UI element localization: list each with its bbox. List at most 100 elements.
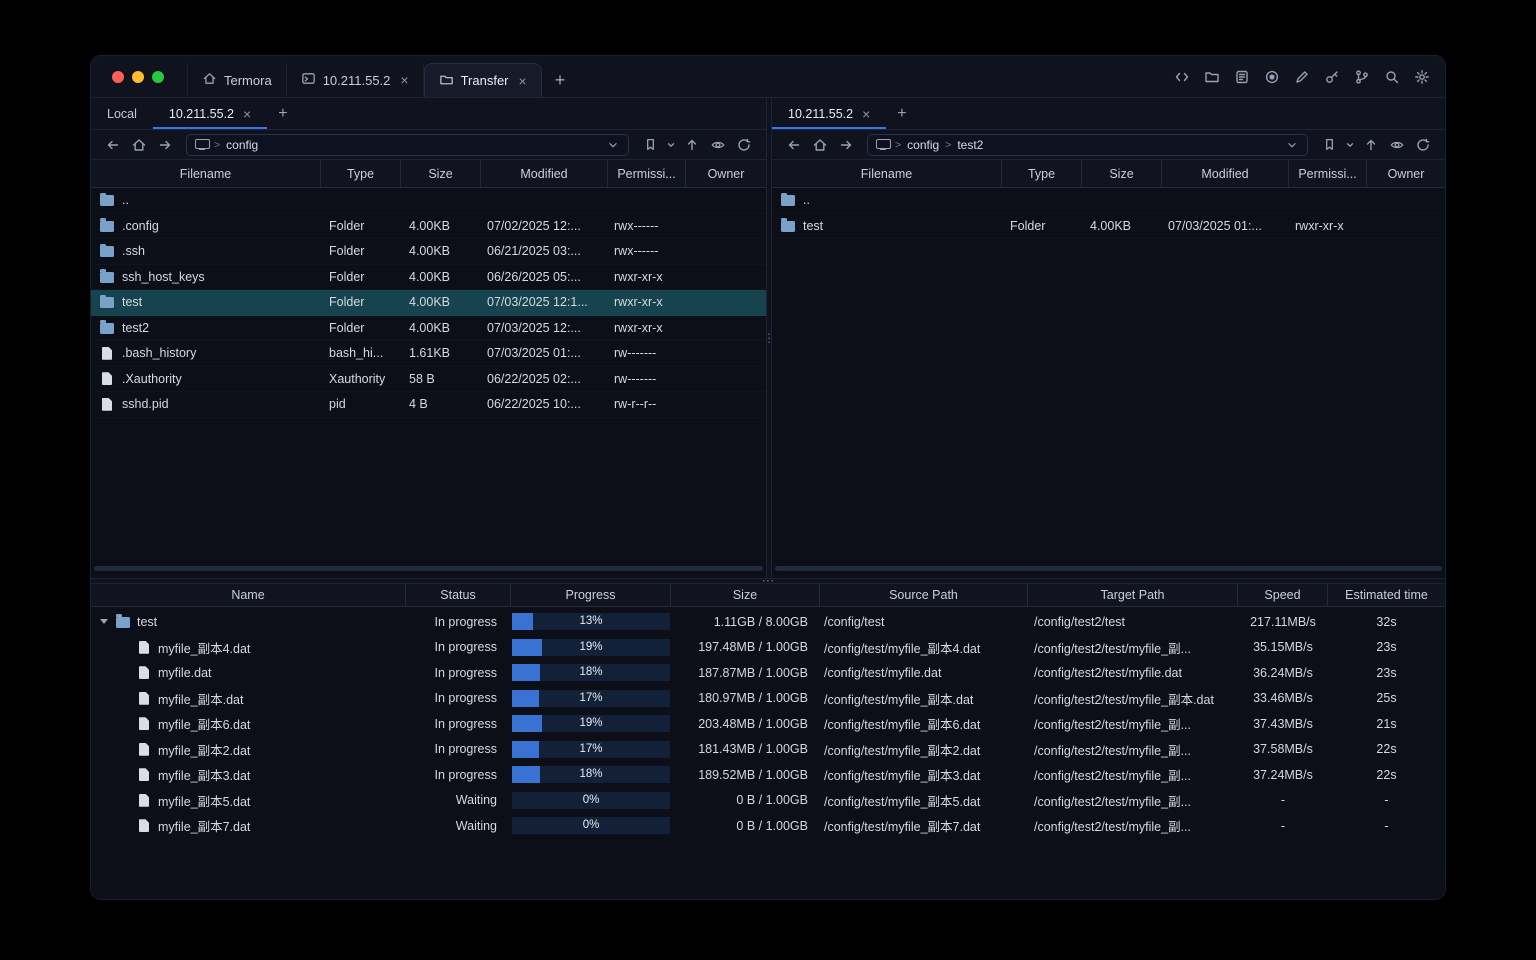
back-icon[interactable] bbox=[783, 134, 805, 156]
close-icon[interactable]: × bbox=[862, 107, 870, 121]
file-row-selected[interactable]: test Folder 4.00KB 07/03/2025 12:1... rw… bbox=[91, 290, 766, 316]
tab-termora[interactable]: Termora bbox=[187, 63, 287, 97]
tab-remote-host[interactable]: 10.211.55.2 × bbox=[152, 98, 268, 129]
column-header-progress[interactable]: Progress bbox=[511, 584, 671, 606]
column-header-owner[interactable]: Owner bbox=[1367, 160, 1445, 187]
file-row[interactable]: sshd.pid pid 4 B 06/22/2025 10:... rw-r-… bbox=[91, 392, 766, 418]
home-icon[interactable] bbox=[809, 134, 831, 156]
transfer-row[interactable]: myfile_副本5.dat Waiting 0% 0 B / 1.00GB /… bbox=[91, 788, 1445, 814]
column-header-target-path[interactable]: Target Path bbox=[1028, 584, 1238, 606]
bookmark-icon[interactable] bbox=[1318, 134, 1340, 156]
column-header-filename[interactable]: Filename bbox=[91, 160, 321, 187]
column-header-size[interactable]: Size bbox=[671, 584, 820, 606]
column-header-speed[interactable]: Speed bbox=[1238, 584, 1328, 606]
cell-name: myfile_副本7.dat bbox=[91, 813, 406, 839]
key-icon[interactable] bbox=[1319, 64, 1344, 90]
edit-icon[interactable] bbox=[1289, 64, 1314, 90]
close-icon[interactable]: × bbox=[519, 74, 527, 88]
minimize-window-button[interactable] bbox=[132, 71, 144, 83]
tab-transfer[interactable]: Transfer × bbox=[423, 63, 542, 97]
column-header-type[interactable]: Type bbox=[321, 160, 401, 187]
back-icon[interactable] bbox=[102, 134, 124, 156]
bookmark-icon[interactable] bbox=[639, 134, 661, 156]
column-header-modified[interactable]: Modified bbox=[1162, 160, 1289, 187]
bookmark-dropdown-icon[interactable] bbox=[665, 134, 677, 156]
file-row[interactable]: ssh_host_keys Folder 4.00KB 06/26/2025 0… bbox=[91, 265, 766, 291]
file-row[interactable]: test2 Folder 4.00KB 07/03/2025 12:... rw… bbox=[91, 316, 766, 342]
log-icon[interactable] bbox=[1229, 64, 1254, 90]
file-row[interactable]: .config Folder 4.00KB 07/02/2025 12:... … bbox=[91, 214, 766, 240]
transfer-row[interactable]: myfile_副本.dat In progress 17% 180.97MB /… bbox=[91, 686, 1445, 712]
file-row[interactable]: .. bbox=[91, 188, 766, 214]
refresh-icon[interactable] bbox=[1412, 134, 1434, 156]
forward-icon[interactable] bbox=[835, 134, 857, 156]
close-icon[interactable]: × bbox=[400, 73, 408, 87]
transfer-row[interactable]: myfile.dat In progress 18% 187.87MB / 1.… bbox=[91, 660, 1445, 686]
column-header-type[interactable]: Type bbox=[1002, 160, 1082, 187]
cell-modified: 07/03/2025 12:... bbox=[487, 320, 581, 335]
file-name: ssh_host_keys bbox=[122, 269, 205, 284]
new-panel-tab-button[interactable]: + bbox=[886, 98, 917, 129]
column-header-name[interactable]: Name bbox=[91, 584, 406, 606]
transfer-row[interactable]: myfile_副本3.dat In progress 18% 189.52MB … bbox=[91, 762, 1445, 788]
show-hidden-eye-icon[interactable] bbox=[1386, 134, 1408, 156]
transfer-row[interactable]: myfile_副本2.dat In progress 17% 181.43MB … bbox=[91, 737, 1445, 763]
column-header-size[interactable]: Size bbox=[1082, 160, 1162, 187]
file-row[interactable]: .bash_history bash_hi... 1.61KB 07/03/20… bbox=[91, 341, 766, 367]
path-combo-box[interactable]: > config > test2 bbox=[867, 133, 1308, 156]
cell-modified: 07/02/2025 12:... bbox=[487, 218, 581, 233]
refresh-icon[interactable] bbox=[733, 134, 755, 156]
new-panel-tab-button[interactable]: + bbox=[267, 98, 298, 129]
chevron-down-icon[interactable] bbox=[1285, 138, 1299, 152]
tab-host[interactable]: 10.211.55.2 × bbox=[287, 63, 424, 97]
branch-icon[interactable] bbox=[1349, 64, 1374, 90]
code-icon[interactable] bbox=[1169, 64, 1194, 90]
chevron-down-icon[interactable] bbox=[606, 138, 620, 152]
parent-directory-icon[interactable] bbox=[1360, 134, 1382, 156]
tab-remote-host[interactable]: 10.211.55.2 × bbox=[772, 98, 887, 129]
chevron-down-icon[interactable] bbox=[100, 619, 108, 625]
new-tab-button[interactable]: + bbox=[542, 63, 579, 97]
cell-size: 4.00KB bbox=[409, 320, 451, 335]
cell-status: In progress bbox=[434, 640, 497, 655]
file-row[interactable]: test Folder 4.00KB 07/03/2025 01:... rwx… bbox=[772, 214, 1445, 240]
transfer-row[interactable]: myfile_副本7.dat Waiting 0% 0 B / 1.00GB /… bbox=[91, 813, 1445, 839]
transfer-row[interactable]: myfile_副本6.dat In progress 19% 203.48MB … bbox=[91, 711, 1445, 737]
breadcrumb-segment[interactable]: test2 bbox=[957, 138, 983, 152]
path-combo-box[interactable]: > config bbox=[186, 133, 629, 156]
home-icon[interactable] bbox=[128, 134, 150, 156]
parent-directory-icon[interactable] bbox=[681, 134, 703, 156]
cell-owner bbox=[686, 214, 766, 239]
column-header-size[interactable]: Size bbox=[401, 160, 481, 187]
horizontal-scrollbar[interactable] bbox=[775, 566, 1442, 571]
file-row[interactable]: .Xauthority Xauthority 58 B 06/22/2025 0… bbox=[91, 367, 766, 393]
record-icon[interactable] bbox=[1259, 64, 1284, 90]
column-header-status[interactable]: Status bbox=[406, 584, 511, 606]
forward-icon[interactable] bbox=[154, 134, 176, 156]
breadcrumb-segment[interactable]: config bbox=[226, 138, 258, 152]
column-header-modified[interactable]: Modified bbox=[481, 160, 608, 187]
settings-icon[interactable] bbox=[1409, 64, 1434, 90]
breadcrumb-segment[interactable]: config bbox=[907, 138, 939, 152]
close-icon[interactable]: × bbox=[243, 107, 251, 121]
horizontal-scrollbar[interactable] bbox=[94, 566, 763, 571]
cell-owner bbox=[686, 290, 766, 315]
column-header-permissions[interactable]: Permissi... bbox=[1289, 160, 1367, 187]
file-row[interactable]: .. bbox=[772, 188, 1445, 214]
close-window-button[interactable] bbox=[112, 71, 124, 83]
show-hidden-eye-icon[interactable] bbox=[707, 134, 729, 156]
tab-local[interactable]: Local bbox=[91, 98, 153, 129]
column-header-estimated-time[interactable]: Estimated time bbox=[1328, 584, 1445, 606]
transfer-row[interactable]: test In progress 13% 1.11GB / 8.00GB /co… bbox=[91, 609, 1445, 635]
column-header-owner[interactable]: Owner bbox=[686, 160, 766, 187]
column-header-permissions[interactable]: Permissi... bbox=[608, 160, 686, 187]
column-header-source-path[interactable]: Source Path bbox=[820, 584, 1028, 606]
bookmark-dropdown-icon[interactable] bbox=[1344, 134, 1356, 156]
file-row[interactable]: .ssh Folder 4.00KB 06/21/2025 03:... rwx… bbox=[91, 239, 766, 265]
file-name: test bbox=[803, 218, 824, 233]
transfer-row[interactable]: myfile_副本4.dat In progress 19% 197.48MB … bbox=[91, 635, 1445, 661]
column-header-filename[interactable]: Filename bbox=[772, 160, 1002, 187]
zoom-window-button[interactable] bbox=[152, 71, 164, 83]
search-icon[interactable] bbox=[1379, 64, 1404, 90]
folder-icon[interactable] bbox=[1199, 64, 1224, 90]
